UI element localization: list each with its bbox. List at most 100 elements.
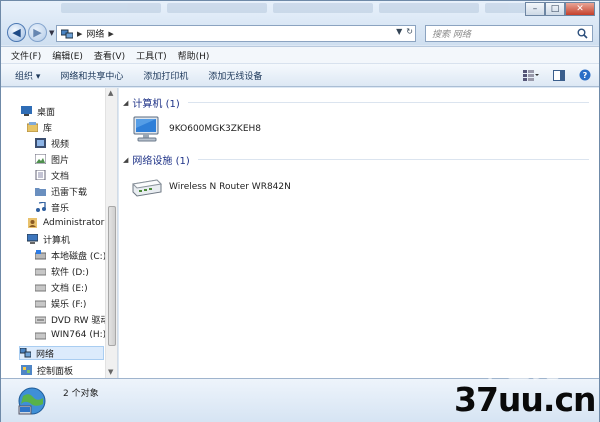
network-sharing-center-button[interactable]: 网络和共享中心	[60, 69, 123, 82]
network-globe-icon	[18, 387, 46, 415]
maximize-button[interactable]: □	[545, 2, 565, 16]
menu-tools[interactable]: 工具(T)	[136, 49, 167, 62]
nav-item-label: 文档 (E:)	[51, 283, 88, 294]
help-icon[interactable]: ?	[579, 69, 591, 81]
video-icon	[35, 138, 46, 148]
add-printer-button[interactable]: 添加打印机	[143, 69, 188, 82]
nav-item-xunlei-download[interactable]: 迅雷下载	[35, 184, 87, 198]
navigation-buttons: ◀ ▶ ▼	[7, 23, 58, 42]
recent-pages-dropdown[interactable]: ▼	[49, 29, 54, 37]
status-object-count: 2 个对象	[63, 389, 99, 399]
nav-item-music[interactable]: 音乐	[35, 200, 69, 214]
close-button[interactable]: ✕	[565, 2, 595, 16]
scroll-up-icon[interactable]: ▲	[108, 89, 113, 97]
refresh-icon[interactable]: ↻	[406, 27, 413, 36]
nav-item-drive-h[interactable]: WIN764 (H:)	[35, 328, 106, 342]
command-bar: 组织 ▾ 网络和共享中心 添加打印机 添加无线设备 ?	[1, 64, 599, 87]
window-controls: – □ ✕	[525, 2, 595, 16]
drive-icon	[35, 332, 46, 340]
network-icon	[61, 29, 73, 38]
library-icon	[27, 122, 38, 132]
forward-arrow-icon: ▶	[33, 26, 42, 39]
user-icon	[28, 218, 37, 228]
item-label: Wireless N Router WR842N	[169, 182, 291, 192]
nav-item-documents[interactable]: 文档	[35, 168, 69, 182]
nav-item-administrator[interactable]: Administrator	[27, 216, 104, 230]
address-dropdown-icon[interactable]: ▼	[396, 27, 402, 36]
nav-item-label: 本地磁盘 (C:)	[51, 251, 107, 262]
drive-icon	[35, 284, 46, 292]
nav-item-label: 桌面	[37, 107, 56, 118]
nav-item-dvd-drive[interactable]: DVD RW 驱动	[35, 312, 109, 326]
nav-item-network[interactable]: 网络	[19, 346, 104, 360]
drive-icon	[35, 300, 46, 308]
nav-item-label: 视频	[51, 139, 70, 150]
back-button[interactable]: ◀	[7, 23, 26, 42]
nav-item-label: 计算机	[43, 235, 71, 246]
menu-help[interactable]: 帮助(H)	[178, 49, 210, 62]
menu-edit[interactable]: 编辑(E)	[52, 49, 83, 62]
router-item[interactable]: Wireless N Router WR842N	[131, 176, 291, 198]
control-panel-icon	[21, 365, 32, 375]
group-title: 网络设施 (1)	[132, 156, 190, 167]
breadcrumb-separator-icon[interactable]: ▶	[108, 30, 113, 38]
nav-item-drive-d[interactable]: 软件 (D:)	[35, 264, 89, 278]
collapse-triangle-icon[interactable]: ◢	[123, 156, 128, 164]
group-title: 计算机 (1)	[132, 99, 180, 110]
nav-item-drive-f[interactable]: 娱乐 (F:)	[35, 296, 86, 310]
nav-item-label: 网络	[36, 349, 55, 360]
documents-icon	[35, 170, 46, 180]
nav-item-label: 控制面板	[37, 366, 74, 377]
nav-item-computer[interactable]: 计算机	[27, 232, 70, 246]
preview-pane-icon[interactable]	[553, 69, 565, 81]
nav-item-label: 图片	[51, 155, 70, 166]
menu-view[interactable]: 查看(V)	[94, 49, 125, 62]
breadcrumb-network[interactable]: 网络	[86, 27, 104, 40]
nav-item-local-disk-c[interactable]: 本地磁盘 (C:)	[35, 248, 106, 262]
minimize-button[interactable]: –	[525, 2, 545, 16]
svg-text:?: ?	[583, 71, 588, 80]
group-header-computer[interactable]: ◢ 计算机 (1)	[119, 95, 589, 110]
network-computer-item[interactable]: 9KO600MGK3ZKEH8	[131, 113, 261, 145]
nav-item-label: Administrator	[43, 218, 105, 228]
nav-item-control-panel[interactable]: 控制面板	[21, 363, 73, 377]
music-icon	[36, 202, 46, 212]
add-wireless-device-button[interactable]: 添加无线设备	[208, 69, 262, 82]
watermark-text: 37uu.cn	[454, 380, 596, 419]
breadcrumb-separator-icon[interactable]: ▶	[77, 30, 82, 38]
menu-file[interactable]: 文件(F)	[11, 49, 41, 62]
collapse-triangle-icon[interactable]: ◢	[123, 99, 128, 107]
drive-icon	[35, 268, 46, 276]
nav-item-label: 软件 (D:)	[51, 267, 89, 278]
computer-icon	[27, 234, 38, 244]
forward-button[interactable]: ▶	[28, 23, 47, 42]
nav-item-pictures[interactable]: 图片	[35, 152, 69, 166]
dvd-icon	[35, 316, 46, 324]
search-icon[interactable]	[577, 28, 588, 39]
nav-item-label: DVD RW 驱动	[51, 315, 110, 326]
menu-bar: 文件(F) 编辑(E) 查看(V) 工具(T) 帮助(H)	[1, 46, 599, 64]
organize-button[interactable]: 组织 ▾	[15, 69, 40, 82]
nav-item-label: 库	[43, 123, 53, 134]
folder-icon	[35, 188, 46, 196]
group-header-network-infrastructure[interactable]: ◢ 网络设施 (1)	[119, 152, 589, 167]
drive-icon	[35, 250, 46, 260]
search-placeholder: 搜索 网络	[432, 30, 471, 40]
nav-item-video[interactable]: 视频	[35, 136, 69, 150]
desktop-icon	[21, 106, 32, 116]
view-options-icon[interactable]	[523, 69, 539, 81]
scroll-down-icon[interactable]: ▼	[108, 368, 113, 376]
nav-item-label: WIN764 (H:)	[51, 330, 107, 340]
address-bar[interactable]: ▶ 网络 ▶ ▼ ↻	[56, 25, 416, 42]
background-taskbar-tabs	[61, 3, 585, 15]
pictures-icon	[35, 154, 46, 164]
navigation-scrollbar[interactable]: ▲ ▼	[105, 88, 117, 378]
back-arrow-icon: ◀	[12, 26, 21, 39]
nav-item-drive-e[interactable]: 文档 (E:)	[35, 280, 88, 294]
title-bar: – □ ✕ ◀ ▶ ▼ ▶ 网络 ▶ ▼ ↻ 搜索 网络	[1, 1, 599, 45]
search-box[interactable]: 搜索 网络	[425, 25, 593, 42]
scrollbar-thumb[interactable]	[108, 206, 116, 346]
nav-item-label: 文档	[51, 171, 70, 182]
nav-item-library[interactable]: 库	[27, 120, 52, 134]
nav-item-desktop[interactable]: 桌面	[21, 104, 55, 118]
